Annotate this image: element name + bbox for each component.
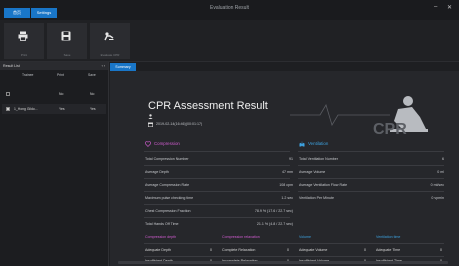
ventilation-value: 0 vpmin: [431, 196, 444, 200]
divider: [144, 178, 290, 179]
ventilation-label: Total Ventilation Number: [299, 157, 338, 161]
compression-value: 47 mm: [282, 170, 293, 174]
adequate-time-value: 0: [440, 248, 442, 252]
report-title: CPR Assessment Result: [148, 100, 268, 112]
ventilation-label: Ventilation Per Minute: [299, 196, 334, 200]
divider: [144, 217, 290, 218]
ventilation-label: Average Volume: [299, 170, 326, 174]
adequate-volume-label: Adequate Volume: [299, 248, 328, 252]
save-button[interactable]: Save: [47, 23, 87, 59]
tab-settings[interactable]: Settings: [31, 8, 57, 18]
report-panel: CPR Assessment Result 2019-02-14(16:46)(…: [110, 71, 459, 266]
ventilation-value: 0 ml: [437, 170, 444, 174]
ventilation-label: Average Ventilation Flow Rate: [299, 183, 348, 187]
result-list-title: Result List: [3, 64, 20, 68]
column-save[interactable]: Save: [88, 73, 96, 77]
lungs-icon: [299, 141, 305, 147]
row-print: No: [59, 92, 64, 96]
divider: [144, 151, 290, 152]
column-trainee[interactable]: Trainee: [22, 73, 33, 77]
column-print[interactable]: Print: [57, 73, 64, 77]
person-icon: [148, 114, 153, 119]
list-item[interactable]: 1_Hong Gildo... Yes Yes: [2, 104, 106, 114]
divider: [144, 256, 444, 257]
compression-label: Average Depth: [145, 170, 169, 174]
compression-value: 91: [289, 157, 293, 161]
adequate-volume-value: 0: [364, 248, 366, 252]
ventilation-time-header: Ventilation time: [376, 235, 401, 239]
divider: [144, 191, 290, 192]
save-label: Save: [63, 53, 71, 57]
print-button[interactable]: Print: [4, 23, 44, 59]
row-checkbox-checked[interactable]: [6, 107, 10, 111]
tab-summary[interactable]: Summary: [110, 63, 136, 71]
tab-home[interactable]: 首页: [4, 8, 30, 18]
volume-header: Volume: [299, 235, 311, 239]
list-item[interactable]: No No: [2, 89, 106, 99]
evaluate-cpr-label: Evaluate CPR: [100, 53, 120, 57]
ventilation-value: 0 ml/sec: [430, 183, 444, 187]
compression-relaxation-header: Compression relaxation: [222, 235, 260, 239]
complete-relaxation-value: 0: [287, 248, 289, 252]
heart-icon: [145, 141, 151, 147]
divider: [298, 191, 444, 192]
ventilation-value: 6: [442, 157, 444, 161]
result-list-header: Result List ‹ ›: [0, 62, 108, 70]
compression-label: Chest Compression Fraction: [145, 209, 191, 213]
divider: [144, 243, 444, 244]
compression-value: 21.1 % (4.8 / 22.7 sec): [256, 222, 293, 226]
cpr-logo-text: CPR: [373, 121, 407, 138]
print-label: Print: [20, 53, 28, 57]
minimize-button[interactable]: –: [434, 4, 437, 10]
divider: [298, 178, 444, 179]
compression-label: Maximum pulse checking time: [145, 196, 194, 200]
compression-value: 108 cpm: [279, 183, 293, 187]
divider: [144, 204, 290, 205]
window-title: Evaluation Result: [210, 5, 249, 11]
row-save: Yes: [90, 107, 96, 111]
row-save: No: [90, 92, 95, 96]
row-print: Yes: [59, 107, 65, 111]
complete-relaxation-label: Complete Relaxation: [222, 248, 256, 252]
title-bar: Evaluation Result 首页 Settings – ✕: [0, 0, 459, 20]
divider: [298, 151, 444, 152]
compression-value: 1.2 sec: [281, 196, 293, 200]
ventilation-section-title: Ventilation: [308, 141, 329, 146]
cpr-logo-graphic: [290, 96, 428, 132]
cpr-person-icon: [104, 32, 114, 41]
pager-arrows[interactable]: ‹ ›: [102, 62, 105, 70]
row-checkbox[interactable]: [6, 92, 10, 96]
divider: [298, 165, 444, 166]
close-button[interactable]: ✕: [447, 4, 452, 11]
compression-label: Average Compression Rate: [145, 183, 190, 187]
adequate-time-label: Adequate Time: [376, 248, 401, 252]
printer-icon: [18, 31, 28, 41]
compression-value: 78.9 % (17.6 / 22.7 sec): [254, 209, 293, 213]
result-list-panel: Result List ‹ › Trainee Print Save No No…: [0, 62, 109, 266]
compression-label: Total Compression Number: [145, 157, 189, 161]
row-trainee: 1_Hong Gildo...: [14, 107, 38, 111]
horizontal-scrollbar[interactable]: [118, 261, 448, 264]
adequate-depth-label: Adequate Depth: [145, 248, 171, 252]
calendar-icon: [148, 122, 153, 127]
divider: [144, 165, 290, 166]
compression-section-title: Compression: [154, 141, 180, 146]
floppy-icon: [61, 31, 71, 41]
adequate-depth-value: 0: [210, 248, 212, 252]
evaluate-cpr-button[interactable]: Evaluate CPR: [90, 23, 130, 59]
compression-label: Total Hands Off Time: [145, 222, 179, 226]
compression-depth-header: Compression depth: [145, 235, 177, 239]
assessment-time: 2019-02-14(16:46)(00:01:17): [156, 122, 203, 126]
